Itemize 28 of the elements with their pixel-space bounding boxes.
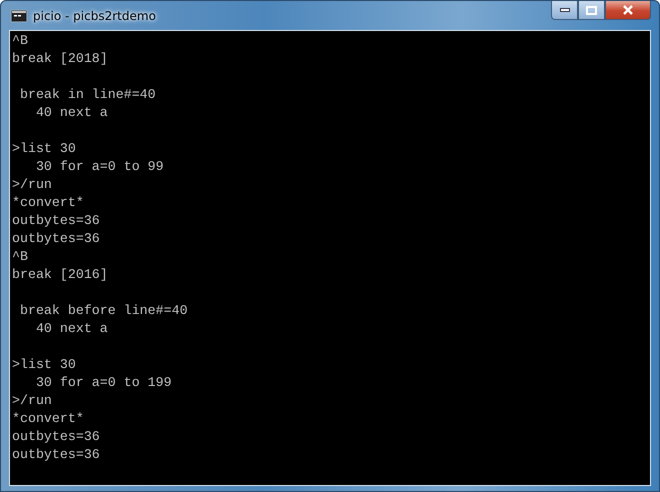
console-line: break [2018] xyxy=(12,50,108,68)
console-icon xyxy=(11,10,27,22)
close-icon xyxy=(622,5,634,15)
console-line: 40 next a xyxy=(34,104,108,122)
console-line: ^B xyxy=(12,248,28,266)
maximize-button[interactable] xyxy=(578,1,605,20)
console-line: 30 for a=0 to 99 xyxy=(34,158,164,176)
console-line: >/run xyxy=(12,176,52,194)
window-title: picio - picbs2rtdemo xyxy=(33,8,156,22)
console-line: break in line#=40 xyxy=(18,86,156,104)
console-line: outbytes=36 xyxy=(12,212,100,230)
console-line: outbytes=36 xyxy=(12,230,100,248)
console-line: >/run xyxy=(12,392,52,410)
close-button[interactable] xyxy=(605,1,651,20)
console-line: *convert* xyxy=(12,194,84,212)
console-line: ^B xyxy=(12,32,28,50)
console-line: >list 30 xyxy=(12,140,76,158)
minimize-button[interactable] xyxy=(551,1,578,20)
console-line: break before line#=40 xyxy=(18,302,188,320)
console-line: >list 30 xyxy=(12,356,76,374)
console-line: break [2016] xyxy=(12,266,108,284)
maximize-icon xyxy=(586,6,597,14)
console-line: outbytes=36 xyxy=(12,428,100,446)
console-line: *convert* xyxy=(12,410,84,428)
console-line: outbytes=36 xyxy=(12,446,100,464)
console-line: 40 next a xyxy=(34,320,108,338)
minimize-icon xyxy=(560,8,570,12)
console-line: 30 for a=0 to 199 xyxy=(34,374,172,392)
